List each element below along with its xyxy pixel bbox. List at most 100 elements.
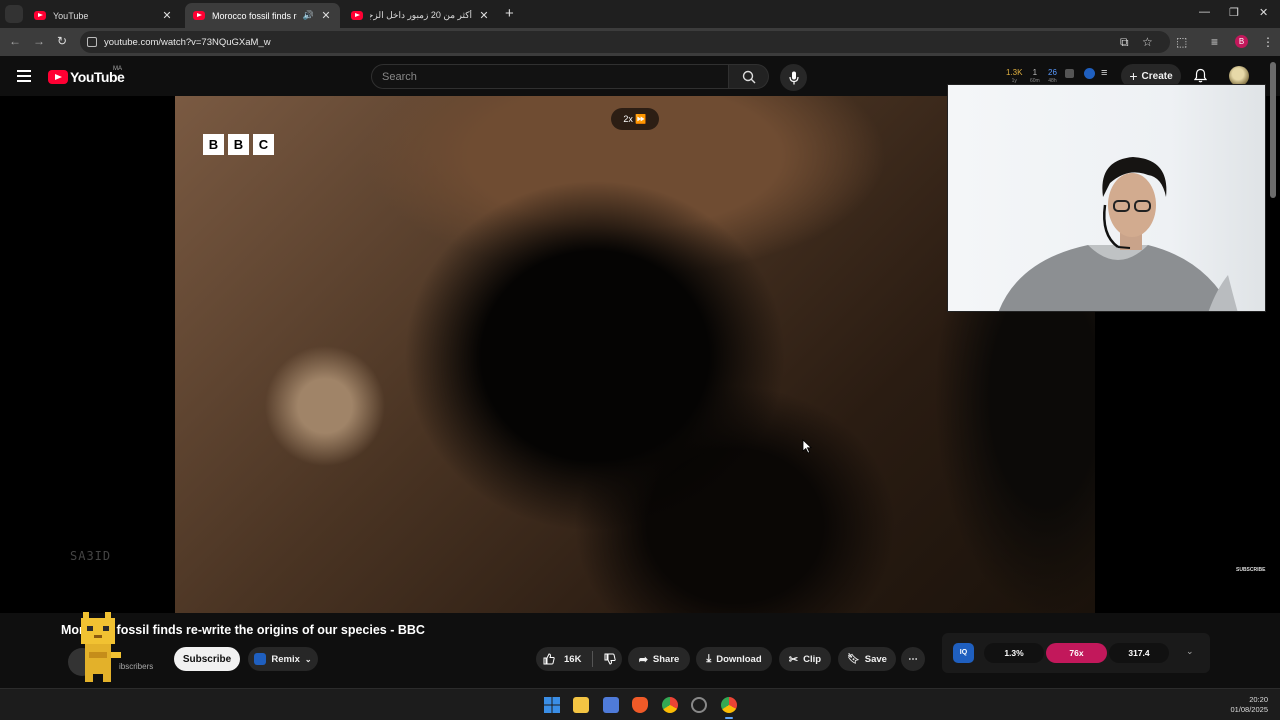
browser-tab-strip: YouTube ✕ Morocco fossil finds re-writ 🔊…	[0, 0, 1280, 28]
chevron-down-icon: ⌄	[304, 654, 312, 664]
tab-title: أكثر من 20 زمبور داخل الزجاجة...	[370, 10, 472, 20]
fast-forward-icon: ⏩	[635, 114, 647, 124]
download-icon: ⤓	[706, 652, 712, 665]
tab-arabic-video[interactable]: أكثر من 20 زمبور داخل الزجاجة... ✕	[343, 3, 498, 28]
notifications-bell-icon[interactable]	[1194, 68, 1207, 83]
close-window-icon[interactable]: ✕	[1259, 6, 1268, 19]
create-label: Create	[1141, 70, 1173, 82]
clip-button[interactable]: ✂ Clip	[779, 647, 831, 671]
youtube-favicon-icon	[193, 11, 205, 20]
tab-search-button[interactable]	[5, 5, 23, 23]
video-info: Morocco fossil finds re-write the origin…	[0, 613, 1280, 688]
file-explorer-icon[interactable]	[573, 697, 589, 713]
like-button[interactable]: 16K	[536, 647, 622, 671]
browser-toolbar: ← → ↻ youtube.com/watch?v=73NQuGXaM_w ⧉ …	[0, 28, 1280, 56]
system-clock[interactable]: 20:20 01/08/2025	[1222, 695, 1268, 715]
stat-value: 26	[1048, 68, 1057, 77]
clip-label: Clip	[803, 653, 822, 665]
chevron-down-icon[interactable]: ⌄	[1186, 646, 1194, 657]
active-app-indicator	[725, 717, 733, 719]
country-code: MA	[113, 66, 122, 72]
metric-pill-highlight: 76x	[1046, 643, 1107, 663]
speed-value: 2x	[623, 114, 633, 124]
chart-icon[interactable]	[1065, 69, 1074, 78]
metric-pill: 1.3%	[984, 643, 1044, 663]
share-label: Share	[652, 653, 680, 665]
youtube-logo-icon[interactable]	[48, 70, 68, 84]
back-icon[interactable]: ←	[9, 34, 21, 48]
share-button[interactable]: ➦ Share	[628, 647, 690, 671]
page-scrollbar[interactable]	[1270, 62, 1276, 198]
share-icon: ➦	[638, 653, 648, 666]
search-input[interactable]: Search	[371, 64, 729, 89]
metric-pill: 317.4	[1109, 643, 1169, 663]
download-button[interactable]: ⤓ Download	[696, 647, 772, 671]
site-info-icon[interactable]	[87, 37, 97, 47]
media-control-icon[interactable]: ≡	[1211, 35, 1218, 49]
subscribe-button[interactable]: Subscribe	[174, 647, 240, 671]
save-button[interactable]: 🔖︎ Save	[838, 647, 896, 671]
tab-title: Morocco fossil finds re-writ	[212, 10, 297, 21]
minimize-icon[interactable]: —	[1199, 6, 1210, 18]
forward-icon[interactable]: →	[33, 34, 45, 48]
extensions-icon[interactable]: ⬚	[1176, 35, 1187, 49]
bbc-letter: B	[228, 134, 249, 155]
audio-playing-icon[interactable]: 🔊	[303, 10, 314, 21]
restore-icon[interactable]: ❐	[1229, 6, 1239, 19]
streamer-figure	[998, 157, 1238, 311]
tab-morocco-fossil[interactable]: Morocco fossil finds re-writ 🔊 ✕	[185, 3, 340, 28]
chrome-icon[interactable]	[662, 697, 678, 713]
youtube-favicon-icon	[351, 11, 363, 20]
clock-date: 01/08/2025	[1230, 705, 1268, 714]
guide-menu-icon[interactable]	[17, 70, 31, 82]
reload-icon[interactable]: ↻	[57, 34, 67, 48]
divider	[592, 651, 594, 667]
bbc-letter: C	[253, 134, 274, 155]
mouse-cursor	[802, 439, 812, 454]
subscribe-label: Subscribe	[182, 653, 232, 665]
search-icon	[742, 70, 755, 83]
bookmark-star-icon[interactable]: ☆	[1142, 35, 1153, 49]
new-tab-button[interactable]: +	[505, 5, 514, 22]
extension-badge[interactable]: IQ	[953, 643, 974, 663]
save-label: Save	[864, 653, 887, 665]
windows-start-icon[interactable]	[544, 697, 560, 713]
bbc-letter: B	[203, 134, 224, 155]
playback-speed-badge: 2x ⏩	[611, 108, 659, 130]
metric-value: 76x	[1069, 648, 1084, 658]
close-tab-icon[interactable]: ✕	[320, 9, 332, 22]
scissors-icon: ✂	[788, 653, 799, 666]
pixel-cat-sticker	[81, 612, 121, 682]
chrome-active-icon[interactable]	[721, 697, 737, 713]
extension-logo-icon[interactable]	[1084, 68, 1095, 79]
subscribe-overlay[interactable]: SUBSCRIBE	[1236, 567, 1265, 573]
voice-search-button[interactable]	[780, 64, 807, 91]
channel-watermark: SA3ID	[70, 549, 112, 563]
youtube-favicon-icon	[34, 11, 46, 20]
close-tab-icon[interactable]: ✕	[161, 9, 173, 22]
plus-icon: +	[1129, 68, 1138, 84]
thumbs-down-icon[interactable]	[604, 653, 617, 665]
tab-youtube[interactable]: YouTube ✕	[26, 3, 181, 28]
brave-browser-icon[interactable]	[632, 697, 648, 713]
extension-menu-icon[interactable]: ≡	[1101, 67, 1107, 79]
windows-taskbar: 20:20 01/08/2025	[0, 688, 1280, 720]
metric-value: 1.3%	[1004, 648, 1024, 658]
app-icon[interactable]	[603, 697, 619, 713]
metric-value: 317.4	[1128, 648, 1150, 658]
more-actions-button[interactable]: ⋯	[901, 647, 925, 671]
microphone-icon	[788, 71, 799, 84]
webcam-overlay	[947, 84, 1266, 312]
remix-label: Remix	[271, 653, 300, 665]
search-button[interactable]	[729, 64, 769, 89]
address-bar[interactable]: youtube.com/watch?v=73NQuGXaM_w	[80, 31, 1170, 53]
install-app-icon[interactable]: ⧉	[1120, 35, 1129, 50]
profile-avatar[interactable]: B	[1235, 35, 1248, 48]
close-tab-icon[interactable]: ✕	[478, 9, 490, 22]
browser-menu-icon[interactable]: ⋮	[1262, 35, 1274, 49]
remix-button[interactable]: Remix ⌄	[248, 647, 318, 671]
settings-app-icon[interactable]	[691, 697, 707, 713]
thumbs-up-icon	[543, 653, 555, 665]
account-avatar[interactable]	[1229, 66, 1249, 86]
stat-value: 1.3K	[1006, 68, 1023, 77]
